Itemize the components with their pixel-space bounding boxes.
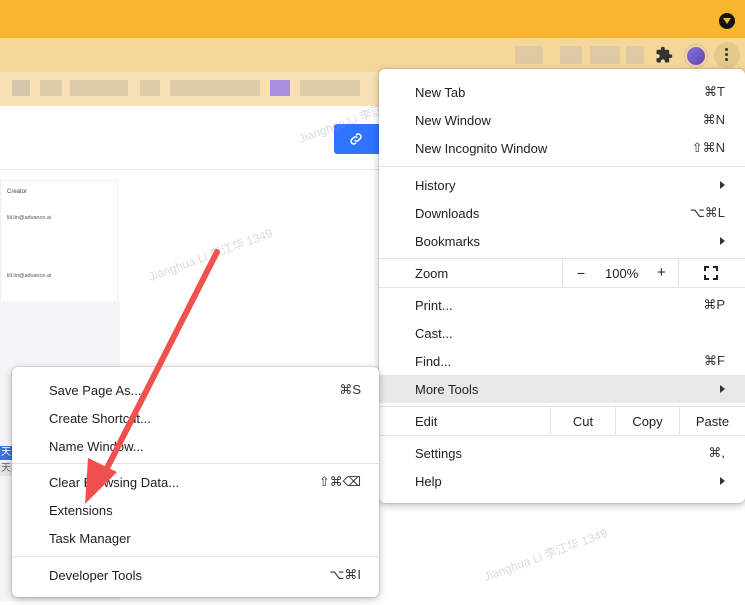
menu-item-label: Clear Browsing Data... <box>49 474 180 490</box>
bookmark-item[interactable] <box>40 80 62 96</box>
menu-item-label: Save Page As... <box>49 382 142 398</box>
menu-separator <box>379 287 745 288</box>
menu-item-label: New Window <box>415 112 491 128</box>
window-title-bar <box>0 0 745 38</box>
menu-shortcut: ⌘P <box>703 297 725 312</box>
bookmark-item[interactable] <box>300 80 360 96</box>
menu-item-new-incognito-window[interactable]: New Incognito Window ⇧⌘N <box>379 134 745 162</box>
table-header-creator: Creator <box>7 189 28 195</box>
menu-item-label: More Tools <box>415 381 479 397</box>
menu-item-label: Name Window... <box>49 438 144 454</box>
menu-item-label: Create Shortcut... <box>49 410 151 426</box>
menu-shortcut: ⌘, <box>708 445 725 460</box>
blurred-extension <box>560 46 582 64</box>
menu-shortcut: ⇧⌘⌫ <box>318 474 361 489</box>
menu-item-extensions[interactable]: Extensions <box>12 496 379 524</box>
menu-item-label: Bookmarks <box>415 233 481 249</box>
copy-button[interactable]: Copy <box>615 407 679 435</box>
menu-shortcut: ⌘F <box>704 353 725 368</box>
menu-item-label: Find... <box>415 353 452 369</box>
zoom-label: Zoom <box>415 266 449 281</box>
menu-item-developer-tools[interactable]: Developer Tools ⌥⌘I <box>12 561 379 589</box>
menu-item-new-window[interactable]: New Window ⌘N <box>379 106 745 134</box>
menu-shortcut: ⌥⌘I <box>329 567 361 582</box>
link-icon <box>350 133 362 145</box>
menu-item-bookmarks[interactable]: Bookmarks <box>379 227 745 255</box>
menu-item-label: Developer Tools <box>49 567 142 583</box>
menu-item-cast[interactable]: Cast... <box>379 319 745 347</box>
cut-button[interactable]: Cut <box>550 407 615 435</box>
bookmark-item[interactable] <box>12 80 30 96</box>
chrome-main-menu: New Tab ⌘T New Window ⌘N New Incognito W… <box>379 69 745 503</box>
submenu-arrow-icon <box>720 385 725 393</box>
menu-item-clear-browsing-data[interactable]: Clear Browsing Data... ⇧⌘⌫ <box>12 468 379 496</box>
menu-separator <box>12 556 379 557</box>
menu-shortcut: ⇧⌘N <box>691 140 725 155</box>
bookmark-item[interactable] <box>170 80 260 96</box>
watermark: Jianghua Li 李江华 1349 <box>481 526 610 584</box>
menu-item-print[interactable]: Print... ⌘P <box>379 291 745 319</box>
extensions-puzzle-icon[interactable] <box>655 46 673 64</box>
browser-toolbar <box>0 38 745 72</box>
menu-item-create-shortcut[interactable]: Create Shortcut... <box>12 404 379 432</box>
submenu-arrow-icon <box>720 237 725 245</box>
menu-item-save-page-as[interactable]: Save Page As... ⌘S <box>12 376 379 404</box>
menu-item-settings[interactable]: Settings ⌘, <box>379 439 745 467</box>
menu-shortcut: ⌘N <box>702 112 725 127</box>
submenu-arrow-icon <box>720 181 725 189</box>
bookmark-item[interactable] <box>70 80 128 96</box>
menu-item-label: Cast... <box>415 325 453 341</box>
zoom-in-button[interactable]: + <box>657 264 666 281</box>
watermark: Jianghua Li 李江华 1349 <box>146 226 275 284</box>
left-chip[interactable]: 天 <box>0 446 12 460</box>
menu-item-label: History <box>415 177 456 193</box>
menu-item-find[interactable]: Find... ⌘F <box>379 347 745 375</box>
submenu-arrow-icon <box>720 477 725 485</box>
menu-item-downloads[interactable]: Downloads ⌥⌘L <box>379 199 745 227</box>
menu-separator <box>12 463 379 464</box>
table-cell: lili.lin@advance.ai <box>7 215 52 221</box>
menu-item-label: New Tab <box>415 84 466 100</box>
bookmark-item[interactable] <box>140 80 160 96</box>
profile-avatar[interactable] <box>685 45 707 67</box>
zoom-out-button[interactable]: − <box>577 265 585 281</box>
fullscreen-icon[interactable] <box>704 266 718 280</box>
edit-label: Edit <box>415 414 438 429</box>
menu-item-label: Settings <box>415 445 462 461</box>
menu-item-new-tab[interactable]: New Tab ⌘T <box>379 78 745 106</box>
zoom-row: Zoom − 100% + <box>379 259 745 287</box>
menu-shortcut: ⌥⌘L <box>689 205 725 220</box>
zoom-controls: − 100% + <box>562 259 679 287</box>
menu-separator <box>379 435 745 436</box>
menu-item-label: Extensions <box>49 502 113 518</box>
blurred-extension <box>590 46 620 64</box>
menu-separator <box>379 166 745 167</box>
download-indicator-icon[interactable] <box>719 13 735 29</box>
menu-shortcut: ⌘T <box>704 84 725 99</box>
left-chip[interactable]: 天 <box>0 462 12 476</box>
menu-item-label: Help <box>415 473 442 489</box>
menu-item-help[interactable]: Help <box>379 467 745 495</box>
menu-item-label: Task Manager <box>49 530 131 546</box>
table-cell: lili.lin@advance.ai <box>7 273 52 279</box>
edit-row: Edit Cut Copy Paste <box>379 407 745 435</box>
menu-shortcut: ⌘S <box>339 382 361 397</box>
menu-item-label: Downloads <box>415 205 480 221</box>
menu-item-label: Print... <box>415 297 453 313</box>
zoom-level: 100% <box>605 266 639 281</box>
menu-item-label: New Incognito Window <box>415 140 548 156</box>
more-tools-submenu: Save Page As... ⌘S Create Shortcut... Na… <box>12 367 379 597</box>
bookmark-item[interactable] <box>270 80 290 96</box>
menu-item-name-window[interactable]: Name Window... <box>12 432 379 460</box>
menu-item-task-manager[interactable]: Task Manager <box>12 524 379 552</box>
blurred-extension <box>515 46 543 64</box>
paste-button[interactable]: Paste <box>679 407 745 435</box>
blurred-extension <box>626 46 644 64</box>
menu-item-more-tools[interactable]: More Tools <box>379 375 745 403</box>
data-table: Creator lili.lin@advance.ai lili.lin@adv… <box>0 180 118 302</box>
menu-item-history[interactable]: History <box>379 171 745 199</box>
chrome-menu-kebab-icon[interactable] <box>714 42 740 68</box>
